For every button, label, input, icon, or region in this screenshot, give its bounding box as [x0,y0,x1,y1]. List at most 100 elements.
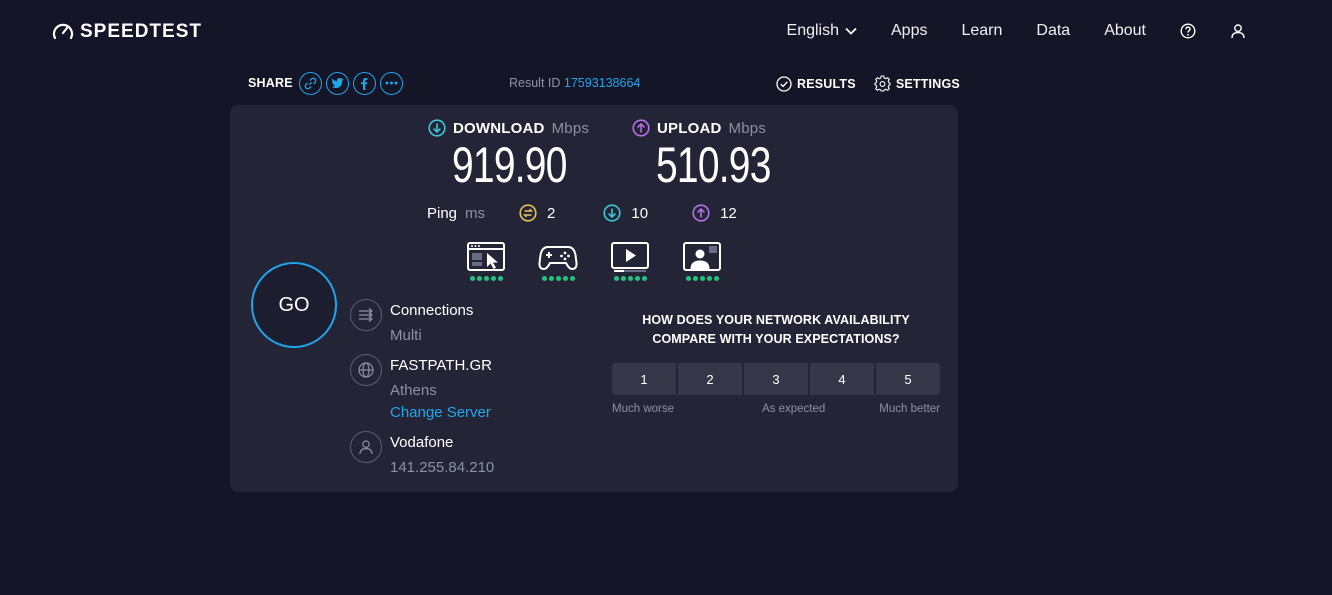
connections-icon [359,308,373,322]
ping-upload: 12 [692,204,737,222]
download-arrow-icon [428,119,446,137]
rating-dot [469,276,475,281]
rating-dot [627,276,633,281]
usecase-streaming[interactable] [610,241,650,281]
upload-speed-value: 510.93 [656,137,771,193]
share-bar: SHARE [248,71,403,95]
upload-metric: UPLOAD Mbps 510.93 [632,119,803,191]
settings-label: SETTINGS [895,76,960,91]
rating-dot [685,276,691,281]
rating-dot [541,276,547,281]
connections-icon-wrap[interactable] [350,299,382,331]
rating-option-4[interactable]: 4 [810,363,874,395]
chevron-down-icon [845,27,857,35]
download-metric: DOWNLOAD Mbps 919.90 [428,119,599,191]
share-twitter-button[interactable] [325,71,349,95]
link-icon [304,77,317,89]
nav-about[interactable]: About [1104,22,1146,40]
gear-icon [874,75,891,92]
scale-high-label: Much better [879,403,940,415]
survey-question-line2: COMPARE WITH YOUR EXPECTATIONS? [652,332,900,346]
ping-unit: ms [465,204,486,222]
rating-option-5[interactable]: 5 [876,363,940,395]
language-label: English [786,22,839,39]
upload-header: UPLOAD Mbps [632,119,803,137]
usecase-browsing[interactable] [466,241,506,281]
rating-dot [713,276,719,281]
nav-data[interactable]: Data [1036,22,1070,40]
change-server-link[interactable]: Change Server [390,403,492,423]
usecase-ratings [466,241,722,281]
ping-row: Ping ms 2 10 12 [427,204,737,222]
speedometer-icon [52,23,74,40]
rating-dot [555,276,561,281]
survey-question: HOW DOES YOUR NETWORK AVAILABILITY COMPA… [612,311,940,349]
browsing-icon [467,242,505,271]
provider-info: Vodafone 141.255.84.210 [350,431,494,478]
speedtest-logo[interactable]: SPEEDTEST [52,20,202,44]
rating-option-1[interactable]: 1 [612,363,676,395]
rating-dot [699,276,705,281]
upload-label: UPLOAD [657,119,722,137]
result-panel: DOWNLOAD Mbps 919.90 UPLOAD Mbps 510.93 … [230,105,958,492]
share-link-button[interactable] [298,71,322,95]
globe-icon [358,362,374,378]
rating-dots [469,276,503,281]
result-links: RESULTS SETTINGS [776,75,960,92]
idle-latency-icon [519,204,537,222]
share-facebook-button[interactable] [352,71,376,95]
ping-label: Ping [427,204,458,222]
provider-name: Vodafone [390,434,454,451]
nav-learn[interactable]: Learn [961,22,1002,40]
rating-dot [548,276,554,281]
share-label: SHARE [248,76,293,90]
ping-idle: 2 [519,204,555,222]
ping-upload-value: 12 [720,204,737,222]
check-circle-icon [776,75,792,92]
rating-dots [541,276,575,281]
go-button[interactable]: GO [251,262,337,348]
upload-arrow-icon [632,119,650,137]
result-id-label: Result ID [509,76,561,90]
survey-rating-scale: 1 2 3 4 5 [612,363,940,395]
usecase-gaming[interactable] [538,241,578,281]
rating-dot [476,276,482,281]
rating-dots [685,276,719,281]
share-more-button[interactable] [379,71,403,95]
rating-dot [641,276,647,281]
usecase-video-call[interactable] [682,241,722,281]
twitter-icon [331,78,344,88]
survey-scale-labels: Much worse As expected Much better [612,403,940,415]
rating-dots [613,276,647,281]
provider-ip: 141.255.84.210 [390,459,495,476]
server-name: FASTPATH.GR [390,357,492,374]
streaming-icon [611,242,649,272]
rating-option-3[interactable]: 3 [744,363,808,395]
user-icon [1231,24,1245,39]
rating-dot [569,276,575,281]
video-call-icon [683,242,721,271]
result-id-value[interactable]: 17593138664 [564,76,640,90]
download-header: DOWNLOAD Mbps [428,119,599,137]
rating-dot [706,276,712,281]
settings-button[interactable]: SETTINGS [874,75,960,92]
rating-dot [692,276,698,281]
download-speed-value: 919.90 [452,137,567,193]
user-icon [359,440,373,455]
top-nav: English Apps Learn Data About [787,20,1246,42]
rating-option-2[interactable]: 2 [678,363,742,395]
ping-download-value: 10 [631,204,649,222]
server-info: FASTPATH.GR Athens Change Server [350,354,492,423]
language-selector[interactable]: English [787,22,857,40]
rating-dot [497,276,503,281]
connections-info: Connections Multi [350,299,473,346]
nav-apps[interactable]: Apps [891,22,927,40]
account-button[interactable] [1230,23,1246,39]
more-icon [385,81,398,85]
results-button[interactable]: RESULTS [776,75,856,92]
rating-dot [620,276,626,281]
server-icon-wrap [350,354,382,386]
help-button[interactable] [1180,23,1196,39]
download-label: DOWNLOAD [453,119,545,137]
server-location: Athens [390,382,437,399]
